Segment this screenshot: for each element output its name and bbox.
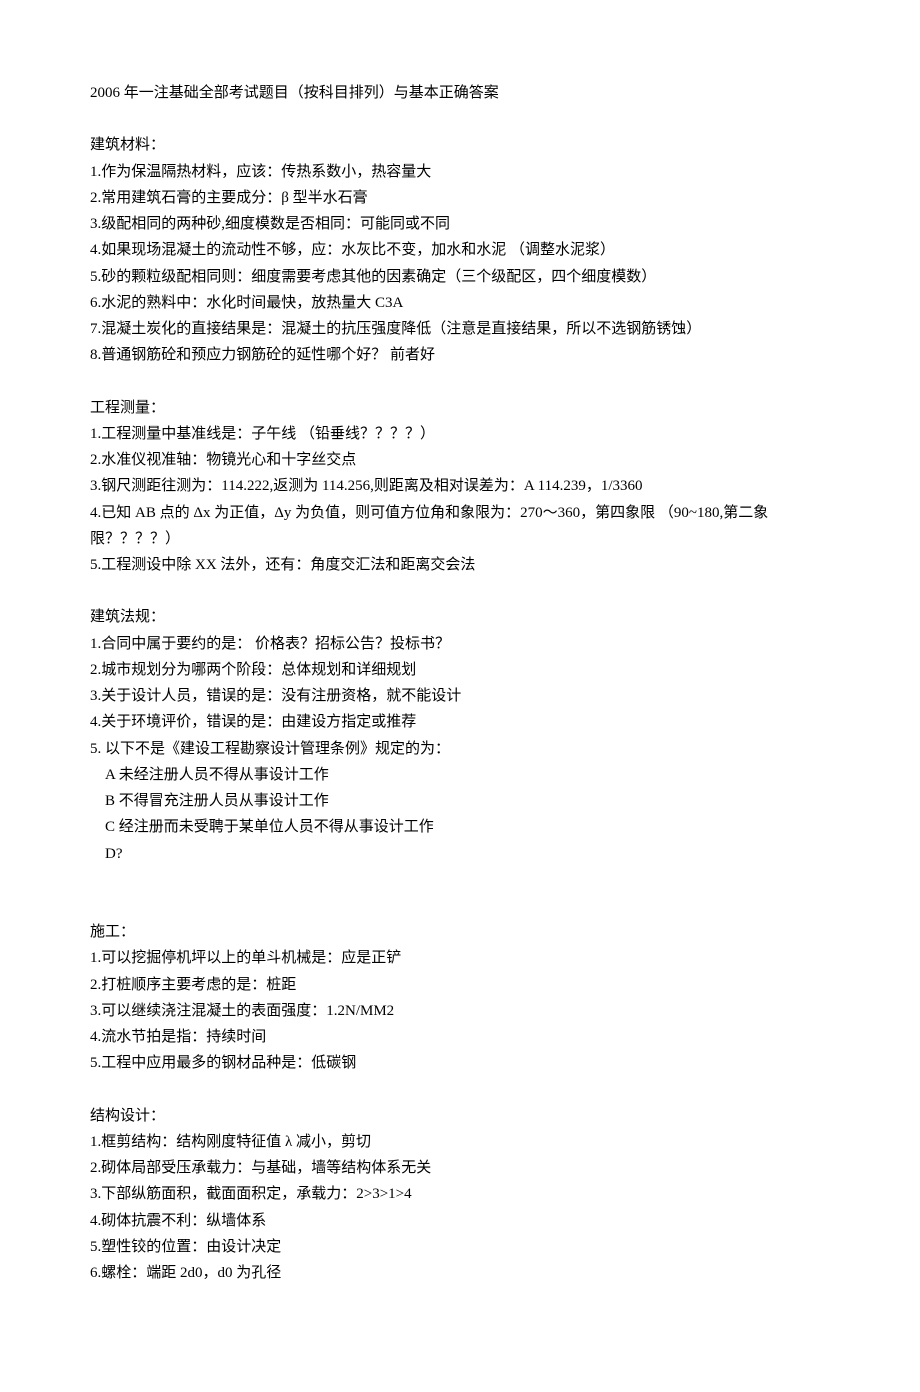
section-heading: 施工： <box>90 919 830 945</box>
list-item: 5. 以下不是《建设工程勘察设计管理条例》规定的为： <box>90 736 830 762</box>
list-item: 2.常用建筑石膏的主要成分：β 型半水石膏 <box>90 185 830 211</box>
list-item: 3.关于设计人员，错误的是：没有注册资格，就不能设计 <box>90 683 830 709</box>
sub-list-item: B 不得冒充注册人员从事设计工作 <box>90 788 830 814</box>
list-item: 3.下部纵筋面积，截面面积定，承载力：2>3>1>4 <box>90 1181 830 1207</box>
list-item: 3.可以继续浇注混凝土的表面强度：1.2N/MM2 <box>90 998 830 1024</box>
page-title: 2006 年一注基础全部考试题目（按科目排列）与基本正确答案 <box>90 80 830 106</box>
list-item: 5.塑性铰的位置：由设计决定 <box>90 1234 830 1260</box>
list-item: 6.螺栓：端距 2d0，d0 为孔径 <box>90 1260 830 1286</box>
list-item: 4.已知 AB 点的 Δx 为正值，Δy 为负值，则可值方位角和象限为：270～… <box>90 500 830 553</box>
section-heading: 建筑法规： <box>90 604 830 630</box>
list-item: 1.框剪结构：结构刚度特征值 λ 减小，剪切 <box>90 1129 830 1155</box>
list-item: 8.普通钢筋砼和预应力钢筋砼的延性哪个好？ 前者好 <box>90 342 830 368</box>
list-item: 4.如果现场混凝土的流动性不够，应：水灰比不变，加水和水泥 （调整水泥浆） <box>90 237 830 263</box>
sub-list-item: D? <box>90 841 830 867</box>
list-item: 4.关于环境评价，错误的是：由建设方指定或推荐 <box>90 709 830 735</box>
sub-list-item: A 未经注册人员不得从事设计工作 <box>90 762 830 788</box>
section-heading: 工程测量： <box>90 395 830 421</box>
section-structural-design: 结构设计： 1.框剪结构：结构刚度特征值 λ 减小，剪切 2.砌体局部受压承载力… <box>90 1103 830 1287</box>
list-item: 1.工程测量中基准线是：子午线 （铅垂线？？？？） <box>90 421 830 447</box>
list-item: 5.工程中应用最多的钢材品种是：低碳钢 <box>90 1050 830 1076</box>
list-item: 1.合同中属于要约的是： 价格表？招标公告？投标书？ <box>90 631 830 657</box>
list-item: 1.作为保温隔热材料，应该：传热系数小，热容量大 <box>90 159 830 185</box>
list-item: 5.砂的颗粒级配相同则：细度需要考虑其他的因素确定（三个级配区，四个细度模数） <box>90 264 830 290</box>
list-item: 3.级配相同的两种砂,细度模数是否相同：可能同或不同 <box>90 211 830 237</box>
list-item: 4.砌体抗震不利：纵墙体系 <box>90 1208 830 1234</box>
list-item: 7.混凝土炭化的直接结果是：混凝土的抗压强度降低（注意是直接结果，所以不选钢筋锈… <box>90 316 830 342</box>
list-item: 2.城市规划分为哪两个阶段：总体规划和详细规划 <box>90 657 830 683</box>
section-materials: 建筑材料： 1.作为保温隔热材料，应该：传热系数小，热容量大 2.常用建筑石膏的… <box>90 132 830 368</box>
section-construction: 施工： 1.可以挖掘停机坪以上的单斗机械是：应是正铲 2.打桩顺序主要考虑的是：… <box>90 893 830 1077</box>
section-surveying: 工程测量： 1.工程测量中基准线是：子午线 （铅垂线？？？？） 2.水准仪视准轴… <box>90 395 830 579</box>
list-item: 5.工程测设中除 XX 法外，还有：角度交汇法和距离交会法 <box>90 552 830 578</box>
blank-line <box>90 893 830 919</box>
list-item: 2.打桩顺序主要考虑的是：桩距 <box>90 972 830 998</box>
list-item: 3.钢尺测距往测为：114.222,返测为 114.256,则距离及相对误差为：… <box>90 473 830 499</box>
section-regulations: 建筑法规： 1.合同中属于要约的是： 价格表？招标公告？投标书？ 2.城市规划分… <box>90 604 830 867</box>
list-item: 1.可以挖掘停机坪以上的单斗机械是：应是正铲 <box>90 945 830 971</box>
list-item: 4.流水节拍是指：持续时间 <box>90 1024 830 1050</box>
list-item: 6.水泥的熟料中：水化时间最快，放热量大 C3A <box>90 290 830 316</box>
list-item: 2.水准仪视准轴：物镜光心和十字丝交点 <box>90 447 830 473</box>
sub-list-item: C 经注册而未受聘于某单位人员不得从事设计工作 <box>90 814 830 840</box>
section-heading: 结构设计： <box>90 1103 830 1129</box>
section-heading: 建筑材料： <box>90 132 830 158</box>
list-item: 2.砌体局部受压承载力：与基础，墙等结构体系无关 <box>90 1155 830 1181</box>
